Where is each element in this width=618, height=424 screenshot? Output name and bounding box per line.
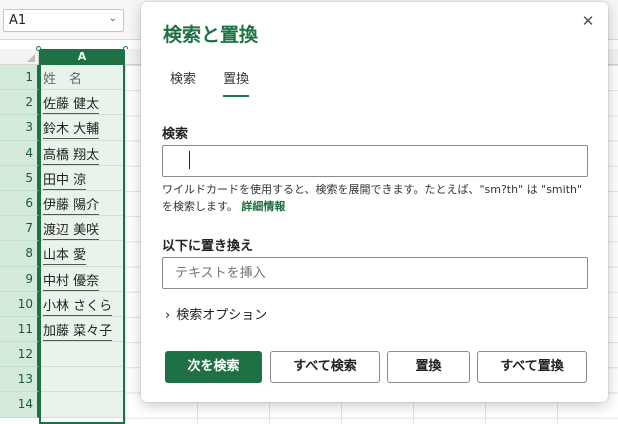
cell-value: 田中 涼	[43, 172, 87, 190]
cell-a[interactable]	[41, 342, 123, 368]
cell-value: 山本 愛	[43, 248, 87, 266]
replace-input[interactable]	[162, 257, 588, 289]
column-header-label: A	[77, 50, 87, 63]
replace-label: 以下に置き換え	[162, 239, 254, 254]
dialog-tabs: 検索 置換	[170, 68, 271, 102]
tab-replace[interactable]: 置換	[223, 68, 250, 99]
replace-all-button[interactable]: すべて置換	[477, 351, 587, 383]
find-replace-dialog: 検索と置換 ✕ 検索 置換 検索 ワイルドカードを使用すると、検索を展開できます…	[141, 2, 608, 402]
row-header[interactable]: 4	[0, 140, 39, 166]
row-header[interactable]: 11	[0, 316, 39, 343]
find-label: 検索	[162, 127, 189, 142]
cell-a[interactable]: 伊藤 陽介	[41, 190, 123, 217]
cell-a[interactable]: 姓 名	[41, 65, 123, 91]
learn-more-link[interactable]: 詳細情報	[241, 200, 285, 213]
row-header[interactable]: 9	[0, 266, 39, 292]
find-input[interactable]	[162, 145, 588, 177]
cell-value: 高橋 翔太	[43, 147, 100, 165]
tab-find[interactable]: 検索	[170, 68, 196, 99]
name-box-value: A1	[9, 13, 27, 28]
text-caret	[189, 151, 190, 169]
cell-a[interactable]: 佐藤 健太	[41, 90, 123, 116]
row-header[interactable]: 14	[0, 392, 39, 418]
selection-handle[interactable]	[36, 46, 41, 51]
row-header[interactable]: 6	[0, 190, 39, 217]
cell-value: 渡辺 美咲	[43, 223, 100, 241]
search-options-toggle[interactable]: › 検索オプション	[165, 304, 267, 323]
cell-value: 中村 優奈	[43, 273, 100, 291]
cell-value: 小林 さくら	[43, 298, 113, 316]
search-options-label: 検索オプション	[176, 308, 268, 323]
cell-a[interactable]: 小林 さくら	[41, 291, 123, 317]
chevron-right-icon: ›	[165, 308, 171, 323]
cell-a[interactable]	[41, 392, 123, 418]
cell-value: 佐藤 健太	[43, 97, 100, 115]
cell-a[interactable]: 鈴木 大輔	[41, 115, 123, 141]
column-header-a[interactable]: A	[36, 46, 128, 65]
help-text-body: ワイルドカードを使用すると、検索を展開できます。たとえば、"sm?th" は "…	[162, 183, 583, 213]
row-header[interactable]: 13	[0, 367, 39, 393]
cell-value: 加藤 菜々子	[43, 323, 113, 341]
close-icon[interactable]: ✕	[578, 12, 598, 32]
cell-a[interactable]	[41, 367, 123, 393]
select-all-corner[interactable]	[0, 49, 39, 65]
cell-a[interactable]: 中村 優奈	[41, 266, 123, 292]
cell-a[interactable]: 田中 涼	[41, 165, 123, 191]
cell-a[interactable]: 加藤 菜々子	[41, 316, 123, 343]
find-all-button[interactable]: すべて検索	[270, 351, 380, 383]
dialog-title: 検索と置換	[163, 24, 259, 46]
cell-value: 鈴木 大輔	[43, 122, 100, 140]
replace-button[interactable]: 置換	[387, 351, 470, 383]
chevron-down-icon[interactable]: ⌄	[109, 13, 117, 24]
row-header[interactable]: 8	[0, 241, 39, 267]
cell-a[interactable]: 渡辺 美咲	[41, 216, 123, 242]
row-header[interactable]: 5	[0, 165, 39, 191]
help-text: ワイルドカードを使用すると、検索を展開できます。たとえば、"sm?th" は "…	[162, 181, 592, 215]
row-header[interactable]: 7	[0, 216, 39, 242]
row-header[interactable]: 12	[0, 342, 39, 368]
find-next-button[interactable]: 次を検索	[165, 351, 262, 383]
row-header[interactable]: 10	[0, 291, 39, 317]
name-box[interactable]: A1 ⌄	[3, 9, 124, 32]
cell-value: 伊藤 陽介	[43, 197, 100, 215]
row-header[interactable]: 3	[0, 115, 39, 141]
cell-value: 姓 名	[43, 72, 83, 87]
row-header[interactable]: 1	[0, 65, 39, 91]
cell-a[interactable]: 山本 愛	[41, 241, 123, 267]
row-header[interactable]: 2	[0, 90, 39, 116]
cell-a[interactable]: 高橋 翔太	[41, 140, 123, 166]
